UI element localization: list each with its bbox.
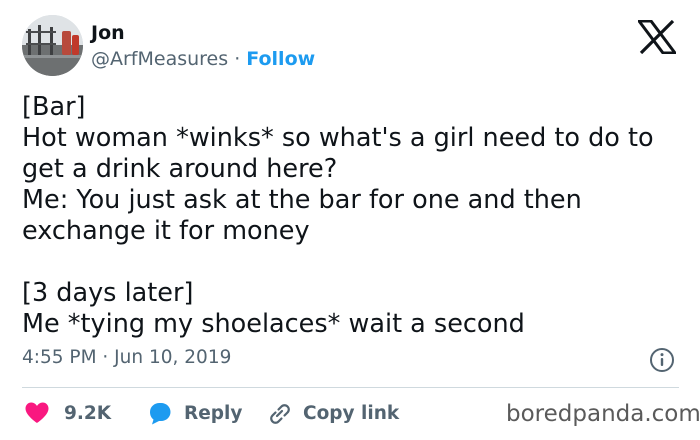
divider — [22, 387, 679, 388]
speech-bubble-icon — [150, 403, 171, 425]
avatar[interactable] — [22, 15, 83, 76]
info-icon[interactable] — [649, 347, 675, 373]
reply-button[interactable]: Reply — [146, 400, 242, 426]
heart-icon — [25, 402, 49, 423]
follow-button[interactable]: Follow — [246, 48, 315, 70]
reply-label: Reply — [184, 402, 243, 424]
copy-link-button[interactable]: Copy link — [266, 400, 399, 426]
tweet-line: exchange it for money — [22, 216, 310, 246]
copy-link-label: Copy link — [303, 402, 400, 424]
tweet-line: Hot woman *winks* so what's a girl need … — [22, 123, 654, 153]
x-logo-icon[interactable] — [638, 20, 676, 54]
like-count: 9.2K — [64, 402, 112, 424]
tweet-body: [Bar] Hot woman *winks* so what's a girl… — [22, 92, 682, 340]
tweet-line: Me: You just ask at the bar for one and … — [22, 185, 582, 215]
tweet-line: get a drink around here? — [22, 154, 338, 184]
tweet-line: [Bar] — [22, 92, 86, 122]
watermark: boredpanda.com — [506, 401, 700, 427]
like-button[interactable]: 9.2K — [24, 400, 111, 426]
avatar-photo-icon — [22, 15, 83, 76]
link-icon — [270, 404, 290, 424]
tweet-card: Jon @ArfMeasures · Follow [Bar] Hot woma… — [0, 0, 700, 440]
author-handle[interactable]: @ArfMeasures — [91, 48, 228, 70]
author-display-name[interactable]: Jon — [91, 22, 125, 44]
tweet-line: Me *tying my shoelaces* wait a second — [22, 309, 525, 339]
tweet-timestamp[interactable]: 4:55 PM · Jun 10, 2019 — [22, 347, 231, 368]
author-handle-row: @ArfMeasures · Follow — [91, 48, 315, 70]
tweet-line: [3 days later] — [22, 278, 194, 308]
handle-separator: · — [228, 48, 247, 70]
